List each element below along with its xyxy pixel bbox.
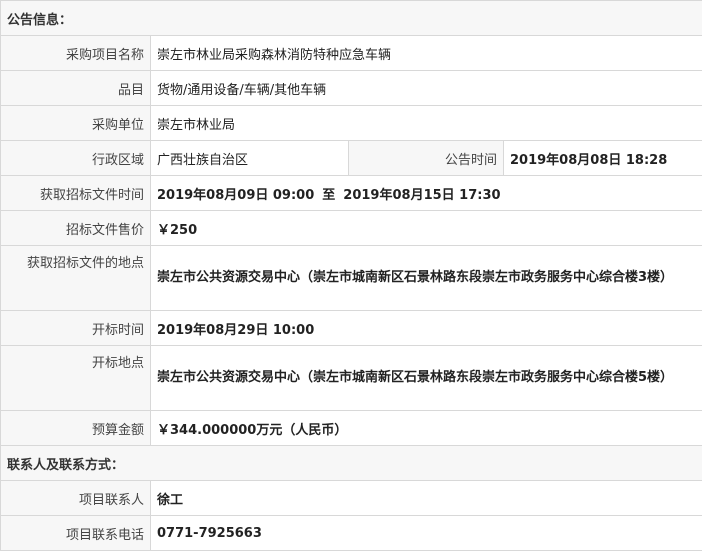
table-row: 获取招标文件的地点 崇左市公共资源交易中心（崇左市城南新区石景林路东段崇左市政务… [1,246,702,311]
contact-phone-value: 0771-7925663 [151,516,702,551]
announcement-table: 公告信息： 采购项目名称 崇左市林业局采购森林消防特种应急车辆 品目 货物/通用… [0,0,702,551]
doc-time-separator: 至 [322,188,335,203]
doc-location-value: 崇左市公共资源交易中心（崇左市城南新区石景林路东段崇左市政务服务中心综合楼3楼） [151,246,702,311]
project-name-value: 崇左市林业局采购森林消防特种应急车辆 [151,36,702,71]
contact-person-value: 徐工 [151,481,702,516]
region-value: 广西壮族自治区 [151,141,349,176]
open-time-value: 2019年08月29日 10:00 [151,311,702,346]
budget-label: 预算金额 [1,411,151,446]
project-name-label: 采购项目名称 [1,36,151,71]
region-label: 行政区域 [1,141,151,176]
section-row-announcement: 公告信息： [1,1,702,36]
table-row: 项目联系电话 0771-7925663 [1,516,702,551]
budget-value: ￥344.000000万元（人民币） [151,411,702,446]
table-row: 开标地点 崇左市公共资源交易中心（崇左市城南新区石景林路东段崇左市政务服务中心综… [1,346,702,411]
open-location-value: 崇左市公共资源交易中心（崇左市城南新区石景林路东段崇左市政务服务中心综合楼5楼） [151,346,702,411]
doc-price-value: ￥250 [151,211,702,246]
open-location-label: 开标地点 [1,346,151,411]
table-row: 采购单位 崇左市林业局 [1,106,702,141]
announce-time-value: 2019年08月08日 18:28 [504,141,702,176]
doc-time-start: 2019年08月09日 09:00 [157,188,314,203]
section-row-contacts: 联系人及联系方式： [1,446,702,481]
open-time-label: 开标时间 [1,311,151,346]
table-row: 项目联系人 徐工 [1,481,702,516]
category-label: 品目 [1,71,151,106]
purchaser-value: 崇左市林业局 [151,106,702,141]
purchaser-label: 采购单位 [1,106,151,141]
section-title-announcement: 公告信息： [1,1,702,36]
contact-phone-label: 项目联系电话 [1,516,151,551]
table-row: 品目 货物/通用设备/车辆/其他车辆 [1,71,702,106]
doc-price-label: 招标文件售价 [1,211,151,246]
table-row: 获取招标文件时间 2019年08月09日 09:00 至 2019年08月15日 1… [1,176,702,211]
section-title-contacts: 联系人及联系方式： [1,446,702,481]
table-row: 招标文件售价 ￥250 [1,211,702,246]
table-row: 开标时间 2019年08月29日 10:00 [1,311,702,346]
category-value: 货物/通用设备/车辆/其他车辆 [151,71,702,106]
doc-time-value: 2019年08月09日 09:00 至 2019年08月15日 17:30 [151,176,702,211]
doc-time-end: 2019年08月15日 17:30 [343,188,500,203]
table-row: 采购项目名称 崇左市林业局采购森林消防特种应急车辆 [1,36,702,71]
table-row: 行政区域 广西壮族自治区 公告时间 2019年08月08日 18:28 [1,141,702,176]
announce-time-label: 公告时间 [349,141,504,176]
contact-person-label: 项目联系人 [1,481,151,516]
doc-location-label: 获取招标文件的地点 [1,246,151,311]
table-row: 预算金额 ￥344.000000万元（人民币） [1,411,702,446]
doc-time-label: 获取招标文件时间 [1,176,151,211]
